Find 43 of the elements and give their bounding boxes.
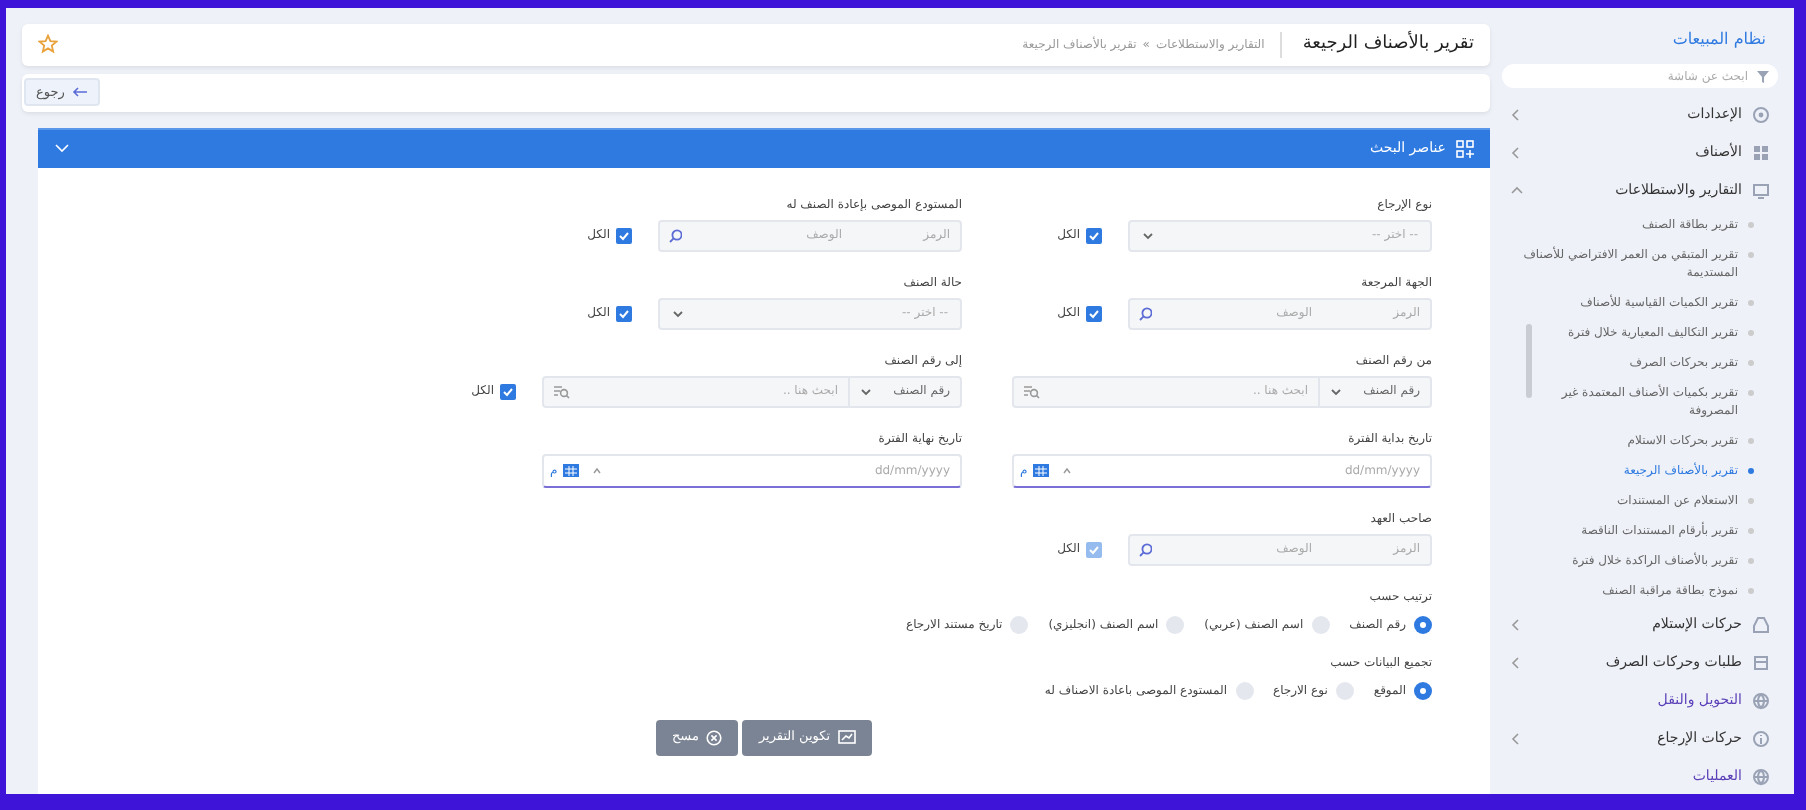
page-title: تقرير بالأصناف الرجيعة [1280, 31, 1474, 59]
app-title[interactable]: نظام المبيعات [1510, 28, 1778, 52]
caret-icon [1142, 229, 1154, 242]
caret-icon [1330, 385, 1342, 398]
filter-icon [1756, 69, 1770, 83]
globe-icon [1752, 692, 1770, 710]
radio-button[interactable] [1235, 681, 1253, 700]
globe-icon [1752, 768, 1770, 786]
caret-icon [672, 307, 684, 320]
caret-up-icon [591, 465, 602, 476]
info-icon [1752, 730, 1770, 748]
list-search-icon [552, 383, 570, 400]
radio-button[interactable] [1166, 615, 1185, 634]
search-icon [1138, 305, 1152, 322]
checkbox[interactable] [500, 383, 516, 400]
scrollbar-thumb[interactable] [1526, 324, 1532, 398]
close-icon [706, 729, 723, 746]
arrow-icon [72, 86, 89, 99]
chart-icon [838, 729, 857, 746]
box-icon [1752, 654, 1770, 672]
chevron-down-icon[interactable] [54, 142, 70, 155]
calendar-icon[interactable] [561, 462, 580, 479]
caret-up-icon [1061, 465, 1072, 476]
search-icon [1138, 541, 1152, 558]
radio-button[interactable] [1010, 615, 1029, 634]
caret-icon [860, 385, 872, 398]
search-icon [668, 227, 682, 244]
list-search-icon [1022, 383, 1040, 400]
checkbox[interactable] [1086, 305, 1102, 322]
tray-icon [1752, 616, 1770, 634]
settings-icon [1752, 106, 1770, 124]
grid-icon [1456, 139, 1474, 158]
radio-button[interactable] [1311, 615, 1330, 634]
radio-button[interactable] [1335, 681, 1354, 700]
monitor-icon [1752, 182, 1770, 200]
checkbox[interactable] [616, 305, 632, 322]
grid-icon [1752, 144, 1770, 162]
radio-button[interactable] [1414, 615, 1432, 634]
calendar-icon[interactable] [1031, 462, 1050, 479]
checkbox[interactable] [616, 227, 632, 244]
checkbox[interactable] [1086, 227, 1102, 244]
star-icon[interactable] [38, 34, 58, 55]
radio-button[interactable] [1414, 681, 1432, 700]
